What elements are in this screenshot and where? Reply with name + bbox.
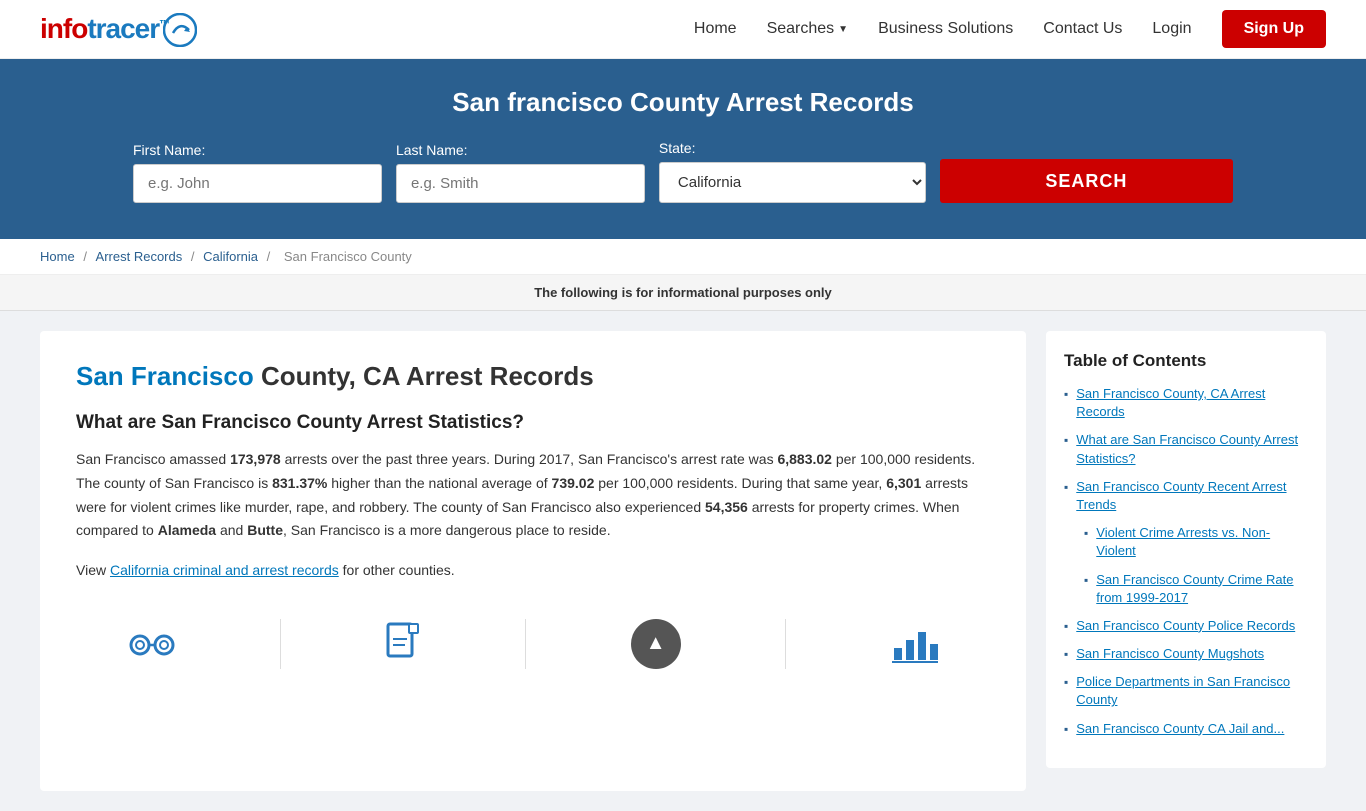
last-name-label: Last Name:	[396, 142, 645, 158]
toc-link-1[interactable]: San Francisco County, CA Arrest Records	[1076, 385, 1308, 421]
scroll-top-arrow: ▲	[646, 632, 666, 655]
breadcrumb-home[interactable]: Home	[40, 249, 75, 264]
toc-link-9[interactable]: San Francisco County CA Jail and...	[1076, 720, 1284, 738]
toc-link-5[interactable]: San Francisco County Crime Rate from 199…	[1096, 571, 1308, 607]
view-text-suffix: for other counties.	[339, 562, 455, 578]
last-name-group: Last Name:	[396, 142, 645, 203]
icon-file	[385, 621, 421, 667]
logo-text: infotracer™	[40, 13, 169, 45]
banner-title: San francisco County Arrest Records	[40, 87, 1326, 118]
file-icon	[385, 621, 421, 667]
state-label: State:	[659, 140, 926, 156]
icon-divider-2	[525, 619, 526, 669]
content-title: San Francisco County, CA Arrest Records	[76, 361, 990, 392]
info-notice: The following is for informational purpo…	[0, 275, 1366, 311]
nav-searches[interactable]: Searches ▼	[767, 20, 849, 38]
toc-item-2: What are San Francisco County Arrest Sta…	[1064, 431, 1308, 467]
breadcrumb-county: San Francisco County	[284, 249, 412, 264]
property-count: 54,356	[705, 499, 748, 515]
toc-link-7[interactable]: San Francisco County Mugshots	[1076, 645, 1264, 663]
toc-link-8[interactable]: Police Departments in San Francisco Coun…	[1076, 673, 1308, 709]
nav-links: Home Searches ▼ Business Solutions Conta…	[694, 10, 1326, 48]
toc-link-6[interactable]: San Francisco County Police Records	[1076, 617, 1295, 635]
state-group: State: AlabamaAlaskaArizonaArkansas Cali…	[659, 140, 926, 203]
nav-signup[interactable]: Sign Up	[1222, 10, 1326, 48]
scroll-top-button[interactable]: ▲	[631, 619, 681, 669]
scroll-top-container[interactable]: ▲	[631, 619, 681, 669]
california-records-link[interactable]: California criminal and arrest records	[110, 562, 339, 578]
icon-chart	[890, 624, 938, 664]
main-container: San Francisco County, CA Arrest Records …	[0, 311, 1366, 811]
content-area: San Francisco County, CA Arrest Records …	[40, 331, 1026, 791]
breadcrumb-california[interactable]: California	[203, 249, 258, 264]
first-name-label: First Name:	[133, 142, 382, 158]
navbar: infotracer™ Home Searches ▼ Business Sol…	[0, 0, 1366, 59]
nav-home[interactable]: Home	[694, 20, 737, 38]
icon-divider-3	[785, 619, 786, 669]
toc-item-7: San Francisco County Mugshots	[1064, 645, 1308, 663]
breadcrumb-sep-1: /	[83, 249, 90, 264]
toc-item-3: San Francisco County Recent Arrest Trend…	[1064, 478, 1308, 514]
violent-count: 6,301	[886, 475, 921, 491]
last-name-input[interactable]	[396, 164, 645, 203]
view-records-text: View California criminal and arrest reco…	[76, 559, 990, 583]
toc-item-8: Police Departments in San Francisco Coun…	[1064, 673, 1308, 709]
chevron-down-icon: ▼	[838, 24, 848, 35]
toc-item-1: San Francisco County, CA Arrest Records	[1064, 385, 1308, 421]
toc-item-9: San Francisco County CA Jail and...	[1064, 720, 1308, 738]
nav-contact[interactable]: Contact Us	[1043, 20, 1122, 38]
toc-item-5: San Francisco County Crime Rate from 199…	[1064, 571, 1308, 607]
notice-text: The following is for informational purpo…	[534, 285, 832, 300]
title-highlight: San Francisco	[76, 361, 254, 391]
stats-heading: What are San Francisco County Arrest Sta…	[76, 412, 990, 434]
handcuffs-icon	[128, 625, 176, 663]
icon-handcuffs	[128, 625, 176, 663]
toc-list: San Francisco County, CA Arrest Records …	[1064, 385, 1308, 738]
toc-sidebar: Table of Contents San Francisco County, …	[1046, 331, 1326, 768]
search-button[interactable]: SEARCH	[940, 159, 1233, 203]
arrest-rate: 6,883.02	[777, 451, 832, 467]
icon-divider-1	[280, 619, 281, 669]
view-text-prefix: View	[76, 562, 110, 578]
breadcrumb: Home / Arrest Records / California / San…	[0, 239, 1366, 275]
county-butte: Butte	[247, 522, 283, 538]
search-form: First Name: Last Name: State: AlabamaAla…	[133, 140, 1233, 203]
toc-link-4[interactable]: Violent Crime Arrests vs. Non-Violent	[1096, 524, 1308, 560]
logo: infotracer™	[40, 11, 197, 47]
toc-item-6: San Francisco County Police Records	[1064, 617, 1308, 635]
title-rest: County, CA Arrest Records	[254, 361, 594, 391]
nav-login[interactable]: Login	[1152, 20, 1191, 38]
state-select[interactable]: AlabamaAlaskaArizonaArkansas CaliforniaC…	[659, 162, 926, 203]
county-alameda: Alameda	[158, 522, 216, 538]
nav-business[interactable]: Business Solutions	[878, 20, 1013, 38]
toc-item-4: Violent Crime Arrests vs. Non-Violent	[1064, 524, 1308, 560]
logo-red: info	[40, 13, 87, 44]
first-name-input[interactable]	[133, 164, 382, 203]
icon-row: ▲	[76, 603, 990, 669]
breadcrumb-sep-2: /	[191, 249, 198, 264]
arrests-count: 173,978	[230, 451, 281, 467]
content-paragraph: San Francisco amassed 173,978 arrests ov…	[76, 448, 990, 543]
first-name-group: First Name:	[133, 142, 382, 203]
logo-blue: tracer	[87, 13, 159, 44]
chart-icon	[890, 624, 938, 664]
toc-link-3[interactable]: San Francisco County Recent Arrest Trend…	[1076, 478, 1308, 514]
breadcrumb-arrest-records[interactable]: Arrest Records	[96, 249, 183, 264]
toc-link-2[interactable]: What are San Francisco County Arrest Sta…	[1076, 431, 1308, 467]
toc-heading: Table of Contents	[1064, 351, 1308, 371]
logo-arrow-icon	[163, 13, 197, 47]
breadcrumb-sep-3: /	[267, 249, 274, 264]
higher-pct: 831.37%	[272, 475, 327, 491]
national-avg: 739.02	[552, 475, 595, 491]
search-banner: San francisco County Arrest Records Firs…	[0, 59, 1366, 239]
